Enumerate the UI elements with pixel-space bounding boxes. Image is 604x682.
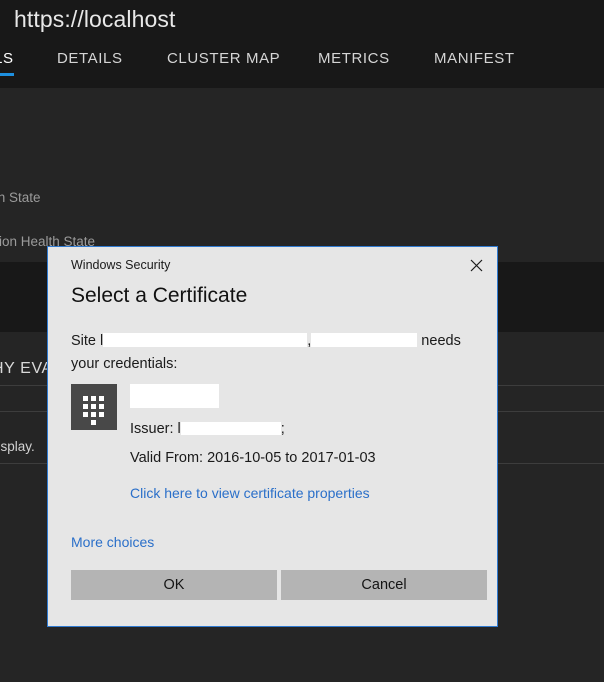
cancel-button[interactable]: Cancel — [281, 570, 487, 600]
tab-metrics-label: METRICS — [318, 50, 390, 67]
redacted-certificate-name — [130, 384, 219, 408]
screen: th State ication Health State d Nodes HY… — [0, 0, 604, 682]
close-icon[interactable] — [459, 250, 493, 280]
certificate-issuer: Issuer: l; — [130, 421, 285, 437]
tab-essentials[interactable]: LS — [0, 50, 14, 76]
tab-cluster-map-label: CLUSTER MAP — [167, 50, 281, 67]
tab-manifest[interactable]: MANIFEST — [434, 50, 515, 67]
certificate-entry[interactable]: Issuer: l; Valid From: 2016-10-05 to 201… — [71, 384, 481, 482]
certificate-icon-dots — [83, 396, 105, 425]
prompt-prefix: Site l — [71, 333, 104, 349]
prompt-suffix: needs — [417, 333, 461, 349]
tab-bar: LS DETAILS CLUSTER MAP METRICS MANIFEST — [0, 50, 604, 84]
tab-active-underline — [0, 73, 14, 76]
prompt-line2: your credentials: — [71, 356, 178, 372]
more-choices-link[interactable]: More choices — [71, 534, 154, 550]
certificate-issuer-label: Issuer: l — [130, 421, 181, 437]
dialog-prompt: Site l, needs your credentials: — [71, 330, 481, 376]
dialog-app-title: Windows Security — [71, 258, 171, 272]
app-header: r https://localhost LS DETAILS CLUSTER M… — [0, 0, 604, 88]
windows-security-dialog: Windows Security Select a Certificate Si… — [47, 246, 498, 627]
tab-metrics[interactable]: METRICS — [318, 50, 390, 67]
empty-state-text: display. — [0, 439, 35, 454]
redacted-site-name-part2 — [311, 333, 418, 347]
certificate-issuer-tail: ; — [280, 421, 285, 437]
tab-manifest-label: MANIFEST — [434, 50, 515, 67]
redacted-site-name-part1 — [103, 333, 308, 347]
tab-cluster-map[interactable]: CLUSTER MAP — [167, 50, 280, 67]
dialog-heading: Select a Certificate — [71, 284, 248, 307]
certificate-validity: Valid From: 2016-10-05 to 2017-01-03 — [130, 450, 376, 466]
certificate-properties-link[interactable]: Click here to view certificate propertie… — [130, 485, 370, 501]
redacted-certificate-issuer — [180, 422, 281, 435]
tab-essentials-label: LS — [0, 50, 14, 67]
property-label-health-state: th State — [0, 190, 41, 205]
tab-details[interactable]: DETAILS — [57, 50, 123, 67]
section-title-unhealthy-evaluations: HY EVA — [0, 360, 53, 377]
smartcard-certificate-icon — [71, 384, 117, 430]
tab-details-label: DETAILS — [57, 50, 123, 67]
ok-button[interactable]: OK — [71, 570, 277, 600]
dialog-title-bar: Windows Security — [48, 247, 497, 287]
address-bar-url-text: https://localhost — [14, 6, 176, 32]
